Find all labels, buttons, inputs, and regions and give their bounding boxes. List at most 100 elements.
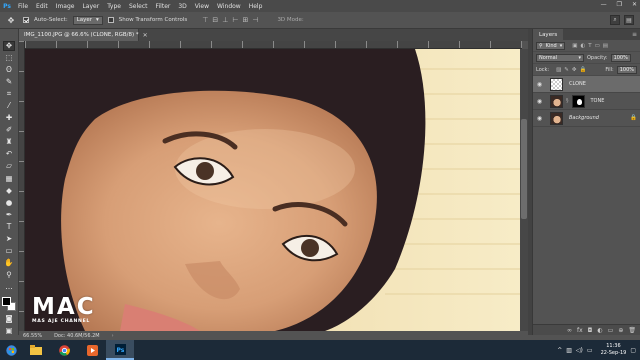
healing-brush-tool-icon[interactable]: ✚ xyxy=(3,113,15,122)
quick-select-tool-icon[interactable]: ✎ xyxy=(3,77,15,86)
add-mask-icon[interactable]: ◘ xyxy=(588,327,593,334)
search-icon[interactable]: ⌕ xyxy=(610,15,620,25)
eyedropper-tool-icon[interactable]: ⁄ xyxy=(3,101,15,110)
auto-select-target-dropdown[interactable]: Layer ▾ xyxy=(72,15,103,25)
filter-kind-dropdown[interactable]: ⚲ Kind ▾ xyxy=(536,41,566,50)
visibility-eye-icon[interactable]: ◉ xyxy=(536,115,543,122)
network-icon[interactable]: ▥ xyxy=(566,347,572,354)
adjustment-filter-icon[interactable]: ◐ xyxy=(580,43,585,49)
crop-tool-icon[interactable]: ⌗ xyxy=(3,89,15,98)
photoshop-logo[interactable]: Ps xyxy=(0,0,14,12)
path-selection-tool-icon[interactable]: ➤ xyxy=(3,234,15,243)
scrollbar-thumb[interactable] xyxy=(521,119,527,219)
menu-view[interactable]: View xyxy=(191,3,213,10)
move-tool-icon[interactable]: ✥ xyxy=(3,41,15,51)
battery-icon[interactable]: ▭ xyxy=(587,347,593,354)
lock-position-icon[interactable]: ✥ xyxy=(572,67,577,73)
taskbar-photoshop[interactable]: Ps xyxy=(106,340,134,360)
menu-select[interactable]: Select xyxy=(125,3,152,10)
align-right-icon[interactable]: ⊣ xyxy=(252,16,258,24)
align-bottom-icon[interactable]: ⊥ xyxy=(222,16,228,24)
link-layers-icon[interactable]: ∞ xyxy=(567,327,572,334)
move-tool-preset-icon[interactable]: ✥ xyxy=(4,14,18,26)
quick-mask-icon[interactable]: ◙ xyxy=(3,314,15,323)
clone-stamp-tool-icon[interactable]: ♜ xyxy=(3,137,15,146)
align-left-icon[interactable]: ⊢ xyxy=(232,16,238,24)
horizontal-ruler[interactable] xyxy=(25,41,522,49)
menu-edit[interactable]: Edit xyxy=(32,3,52,10)
hand-tool-icon[interactable]: ✋ xyxy=(3,258,15,267)
align-top-icon[interactable]: ⊤ xyxy=(202,16,208,24)
menu-filter[interactable]: Filter xyxy=(152,3,175,10)
minimize-button[interactable]: — xyxy=(601,1,607,8)
notifications-icon[interactable]: ▢ xyxy=(630,347,636,354)
edit-toolbar-icon[interactable]: … xyxy=(3,282,15,291)
menu-file[interactable]: File xyxy=(14,3,32,10)
lasso-tool-icon[interactable]: ʘ xyxy=(3,65,15,74)
panel-menu-icon[interactable]: ≡ xyxy=(632,31,637,38)
visibility-eye-icon[interactable]: ◉ xyxy=(536,98,543,105)
restore-button[interactable]: ❐ xyxy=(617,1,622,8)
taskbar-explorer[interactable] xyxy=(22,340,50,360)
trash-icon[interactable]: 🗑 xyxy=(628,327,636,334)
layer-row-clone[interactable]: ◉ CLONE xyxy=(533,76,640,93)
opacity-input[interactable]: 100% xyxy=(610,53,631,62)
layer-row-background[interactable]: ◉ Background 🔒 xyxy=(533,110,640,127)
menu-help[interactable]: Help xyxy=(245,3,267,10)
taskbar-media[interactable] xyxy=(78,340,106,360)
screen-mode-icon[interactable]: ▣ xyxy=(3,326,15,335)
layer-name[interactable]: CLONE xyxy=(569,81,586,87)
document-canvas[interactable] xyxy=(25,49,520,331)
lock-all-icon[interactable]: 🔒 xyxy=(580,67,587,73)
shape-filter-icon[interactable]: ▭ xyxy=(595,43,600,49)
layer-mask-thumbnail[interactable] xyxy=(571,94,585,108)
layer-style-icon[interactable]: fx xyxy=(577,327,583,334)
layer-name[interactable]: Background xyxy=(569,115,599,121)
lock-paint-icon[interactable]: ✎ xyxy=(564,67,569,73)
blend-mode-dropdown[interactable]: Normal ▾ xyxy=(536,53,584,62)
volume-icon[interactable]: ◁) xyxy=(576,347,583,354)
visibility-eye-icon[interactable]: ◉ xyxy=(536,81,543,88)
layer-row-tone[interactable]: ◉ § TONE xyxy=(533,93,640,110)
vertical-scrollbar[interactable] xyxy=(520,49,528,331)
align-center-icon[interactable]: ⊞ xyxy=(242,16,248,24)
menu-image[interactable]: Image xyxy=(52,3,79,10)
close-document-icon[interactable]: ✕ xyxy=(143,32,148,39)
pixel-filter-icon[interactable]: ▣ xyxy=(572,43,577,49)
zoom-level[interactable]: 66.55% xyxy=(23,333,42,339)
adjustment-layer-icon[interactable]: ◐ xyxy=(597,327,602,334)
smart-object-filter-icon[interactable]: ▤ xyxy=(603,43,608,49)
blur-tool-icon[interactable]: ◆ xyxy=(3,186,15,195)
chain-link-icon[interactable]: § xyxy=(566,98,569,104)
shape-tool-icon[interactable]: ▭ xyxy=(3,246,15,255)
document-tab[interactable]: IMG_1100.JPG @ 66.6% (CLONE, RGB/8) * ✕ xyxy=(19,29,148,41)
marquee-tool-icon[interactable]: ⬚ xyxy=(3,53,15,62)
history-brush-tool-icon[interactable]: ↶ xyxy=(3,149,15,158)
dodge-tool-icon[interactable]: ● xyxy=(3,198,15,207)
brush-tool-icon[interactable]: ✐ xyxy=(3,125,15,134)
gradient-tool-icon[interactable]: ▦ xyxy=(3,174,15,183)
show-transform-checkbox[interactable] xyxy=(107,17,114,23)
menu-layer[interactable]: Layer xyxy=(78,3,103,10)
tab-layers[interactable]: Layers xyxy=(533,29,564,40)
layer-name[interactable]: TONE xyxy=(591,98,605,104)
status-menu-arrow[interactable]: › xyxy=(112,333,114,339)
taskbar-clock[interactable]: 11:36 22-Sep-19 xyxy=(601,343,627,357)
group-folder-icon[interactable]: ▭ xyxy=(608,327,614,334)
align-middle-icon[interactable]: ⊟ xyxy=(212,16,218,24)
workspace-icon[interactable]: ▤ xyxy=(624,15,634,25)
lock-pixels-icon[interactable]: ▨ xyxy=(556,67,561,73)
type-tool-icon[interactable]: T xyxy=(3,222,15,231)
pen-tool-icon[interactable]: ✒ xyxy=(3,210,15,219)
menu-type[interactable]: Type xyxy=(103,3,125,10)
taskbar-chrome[interactable] xyxy=(50,340,78,360)
menu-window[interactable]: Window xyxy=(213,3,245,10)
color-swatches[interactable] xyxy=(2,297,16,312)
auto-select-checkbox[interactable] xyxy=(23,17,29,23)
chevron-up-icon[interactable]: ^ xyxy=(557,347,562,354)
foreground-color-swatch[interactable] xyxy=(2,297,11,307)
start-button[interactable] xyxy=(0,340,22,360)
type-filter-icon[interactable]: T xyxy=(588,43,591,49)
eraser-tool-icon[interactable]: ▱ xyxy=(3,162,15,171)
menu-3d[interactable]: 3D xyxy=(174,3,190,10)
